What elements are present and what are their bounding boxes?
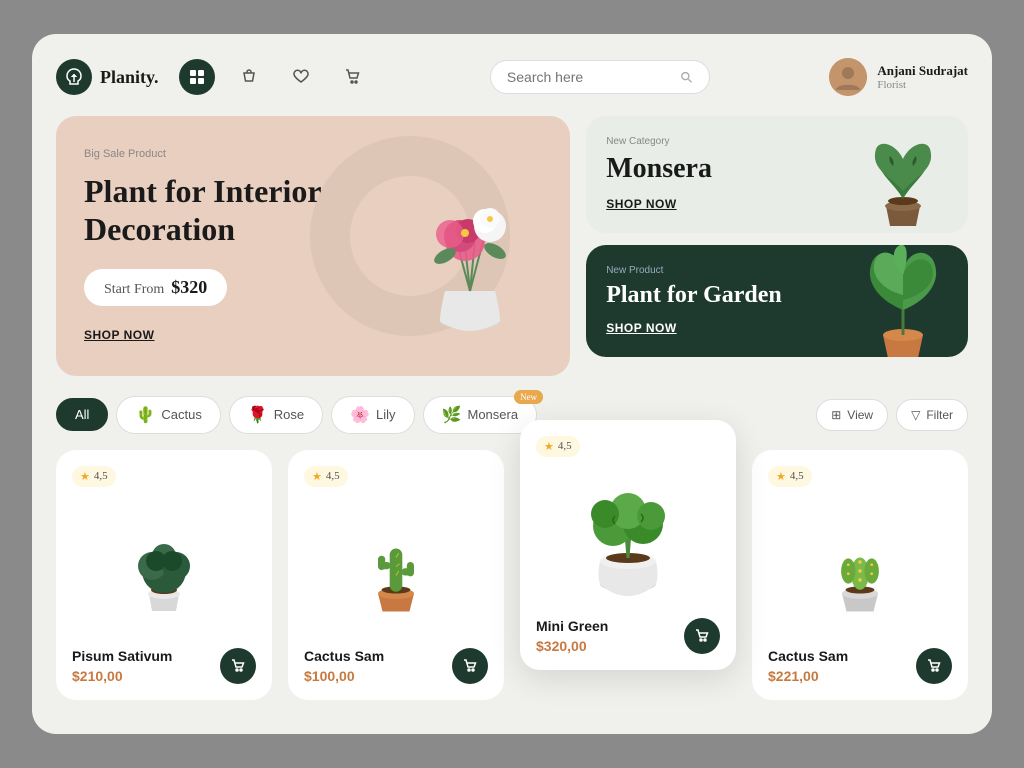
- cart-nav-button[interactable]: [335, 59, 371, 95]
- filter-bar: All 🌵 Cactus 🌹 Rose 🌸 Lily 🌿 Monsera New: [56, 396, 968, 434]
- app-container: Planity.: [32, 34, 992, 734]
- price-prefix: Start From: [104, 282, 164, 297]
- product-card-1: ★ 4,5 Pisum Sat: [56, 450, 272, 700]
- tab-lily[interactable]: 🌸 Lily: [331, 396, 414, 434]
- lily-tab-icon: 🌸: [350, 405, 370, 425]
- product-image-4: [768, 495, 952, 648]
- product-card-2: ★ 4,5: [288, 450, 504, 700]
- view-button[interactable]: ⊞ View: [816, 399, 888, 431]
- bag-nav-button[interactable]: [231, 59, 267, 95]
- filter-actions: ⊞ View ▽ Filter: [816, 399, 968, 431]
- rating-badge-3: ★ 4,5: [536, 436, 580, 457]
- garden-plant-image: [848, 245, 958, 357]
- tab-all[interactable]: All: [56, 398, 108, 431]
- product-card-3: ★ 4,5: [520, 420, 736, 670]
- main-banner: Big Sale Product Plant for Interior Deco…: [56, 116, 570, 376]
- avatar-image: [829, 58, 867, 96]
- rose-tab-icon: 🌹: [248, 405, 268, 425]
- search-input[interactable]: [507, 69, 673, 85]
- product-image-1: [72, 495, 256, 648]
- search-bar[interactable]: [490, 60, 710, 94]
- product-card-4: ★ 4,5: [752, 450, 968, 700]
- tab-monsera-wrapper: 🌿 Monsera New: [423, 396, 538, 434]
- user-role: Florist: [877, 79, 968, 91]
- logo-icon: [56, 59, 92, 95]
- header: Planity.: [56, 58, 968, 96]
- logo-area: Planity.: [56, 59, 159, 95]
- add-cart-btn-3[interactable]: [684, 618, 720, 654]
- star-icon-4: ★: [776, 470, 786, 483]
- search-icon: [680, 70, 692, 84]
- header-nav: [179, 59, 371, 95]
- product-image-2: [304, 495, 488, 648]
- add-cart-btn-4[interactable]: [916, 648, 952, 684]
- price-tag: Start From $320: [84, 269, 227, 306]
- main-banner-title: Plant for Interior Decoration: [84, 172, 364, 249]
- product-image-3: [536, 465, 720, 618]
- products-grid: ★ 4,5 Pisum Sat: [56, 450, 968, 700]
- rating-badge-4: ★ 4,5: [768, 466, 812, 487]
- price-value: $320: [171, 277, 207, 297]
- rating-badge-2: ★ 4,5: [304, 466, 348, 487]
- rating-value-2: 4,5: [326, 470, 340, 482]
- rating-value-3: 4,5: [558, 440, 572, 452]
- garden-card: New Product Plant for Garden SHOP NOW: [586, 245, 968, 357]
- user-area: Anjani Sudrajat Florist: [829, 58, 968, 96]
- garden-cta[interactable]: SHOP NOW: [606, 321, 676, 335]
- monsera-tab-icon: 🌿: [442, 405, 462, 425]
- new-badge: New: [514, 390, 543, 404]
- tab-cactus[interactable]: 🌵 Cactus: [116, 396, 220, 434]
- filter-button[interactable]: ▽ Filter: [896, 399, 968, 431]
- rating-value-1: 4,5: [94, 470, 108, 482]
- monsera-cta[interactable]: SHOP NOW: [606, 197, 676, 211]
- right-banners: New Category Monsera SHOP NOW: [586, 116, 968, 357]
- hero-section: Big Sale Product Plant for Interior Deco…: [56, 116, 968, 376]
- add-cart-btn-2[interactable]: [452, 648, 488, 684]
- star-icon-2: ★: [312, 470, 322, 483]
- user-name: Anjani Sudrajat: [877, 63, 968, 79]
- grid-nav-button[interactable]: [179, 59, 215, 95]
- rating-value-4: 4,5: [790, 470, 804, 482]
- avatar: [829, 58, 867, 96]
- rating-badge-1: ★ 4,5: [72, 466, 116, 487]
- user-info: Anjani Sudrajat Florist: [877, 63, 968, 91]
- monsera-plant-image: [848, 116, 958, 231]
- category-tabs: All 🌵 Cactus 🌹 Rose 🌸 Lily 🌿 Monsera New: [56, 396, 537, 434]
- main-banner-cta[interactable]: SHOP NOW: [84, 328, 154, 342]
- logo-text: Planity.: [100, 67, 159, 88]
- heart-nav-button[interactable]: [283, 59, 319, 95]
- add-cart-btn-1[interactable]: [220, 648, 256, 684]
- header-center: [371, 60, 830, 94]
- flower-bouquet-image: [390, 146, 550, 346]
- view-icon: ⊞: [831, 408, 841, 422]
- monsera-card: New Category Monsera SHOP NOW: [586, 116, 968, 233]
- tab-rose[interactable]: 🌹 Rose: [229, 396, 323, 434]
- star-icon-3: ★: [544, 440, 554, 453]
- star-icon-1: ★: [80, 470, 90, 483]
- cactus-tab-icon: 🌵: [135, 405, 155, 425]
- filter-icon: ▽: [911, 408, 920, 422]
